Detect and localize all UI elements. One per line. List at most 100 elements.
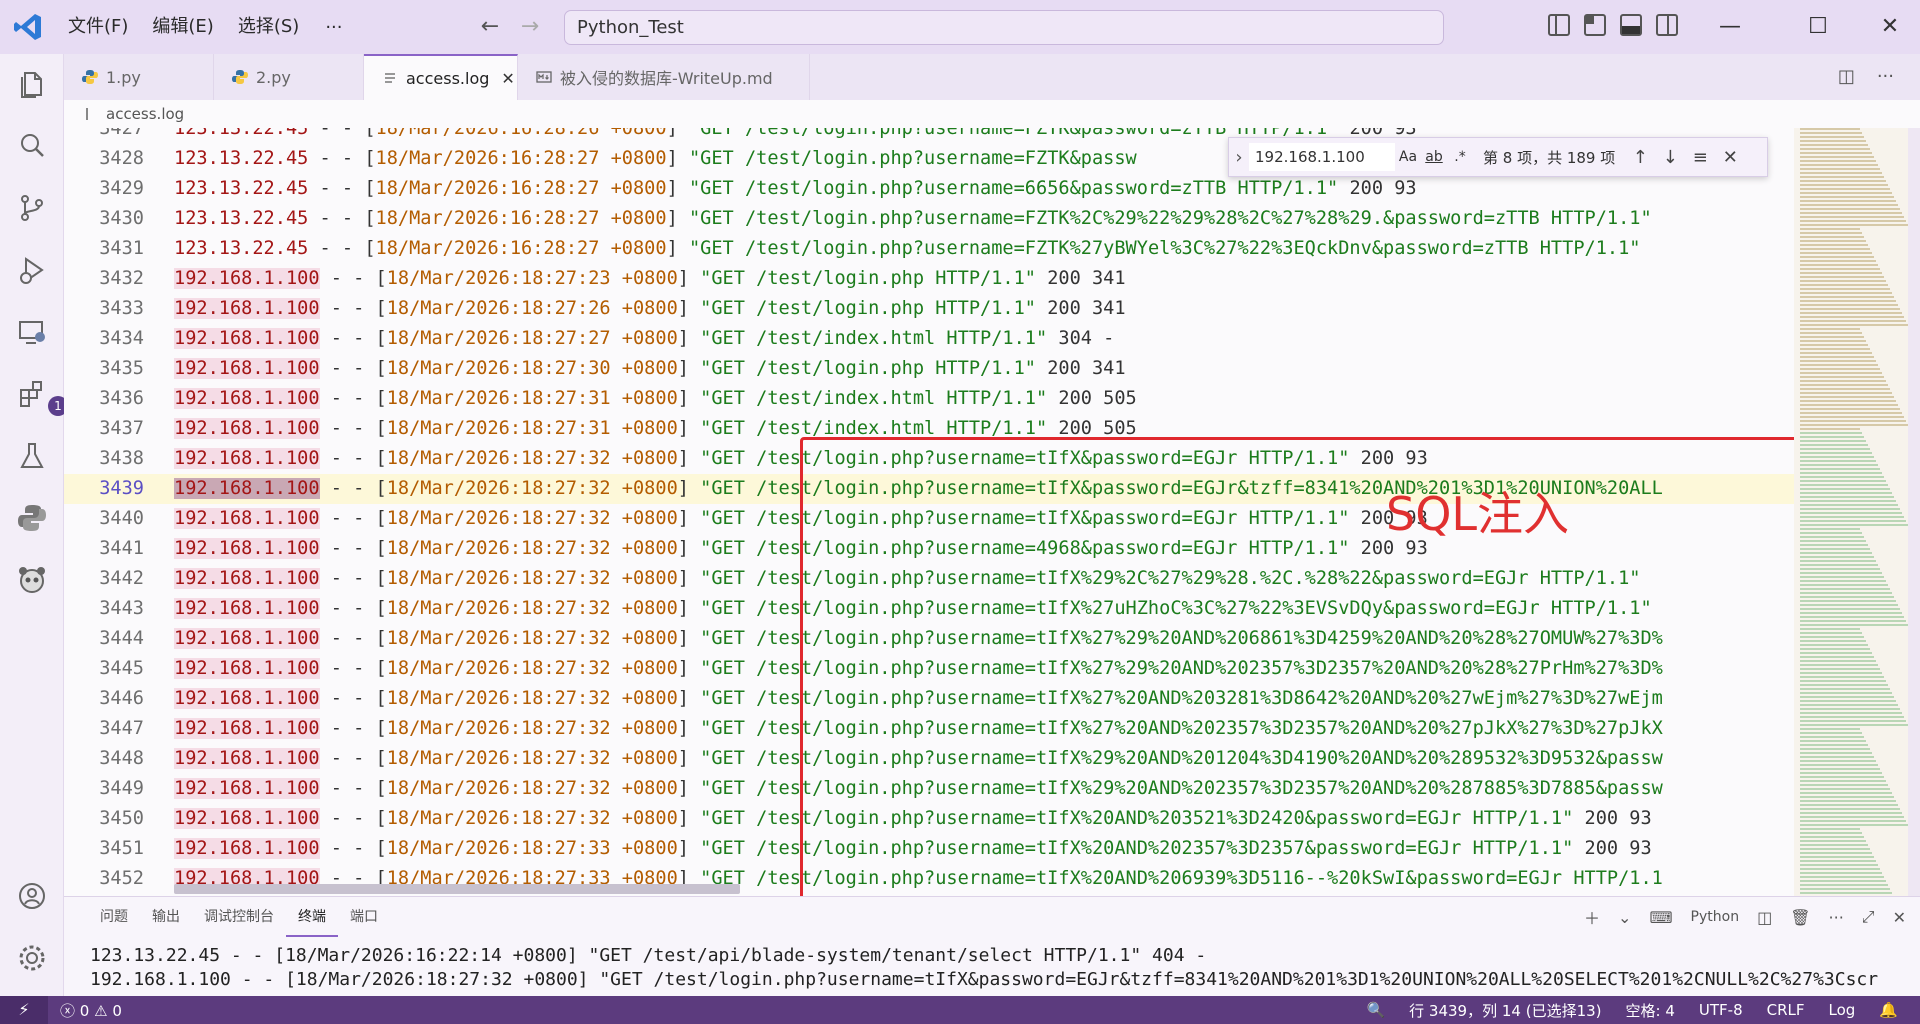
minimize-icon[interactable]: — xyxy=(1700,0,1760,54)
tab-debug-console[interactable]: 调试控制台 xyxy=(192,897,286,937)
menu-select[interactable]: 选择(S) xyxy=(226,0,311,54)
python-file-icon xyxy=(82,69,98,85)
run-debug-icon[interactable] xyxy=(16,254,48,286)
line-number: 3428 xyxy=(99,148,144,169)
match-word-toggle[interactable]: ab xyxy=(1421,149,1447,165)
find-input[interactable] xyxy=(1249,143,1395,171)
editor-area[interactable]: 3427 123.13.22.45 - - [18/Mar/2026:16:28:… xyxy=(64,128,1794,896)
notifications-bell-icon[interactable]: 🔔 xyxy=(1867,1001,1910,1019)
minimap-line xyxy=(1800,232,1862,234)
minimap-line xyxy=(1800,548,1870,550)
minimap-line xyxy=(1800,596,1894,598)
minimap-line xyxy=(1800,364,1878,366)
remote-indicator-icon[interactable]: ⚡ xyxy=(0,996,48,1024)
log-file-icon xyxy=(382,70,398,86)
next-match-icon[interactable]: ↓ xyxy=(1655,147,1685,168)
minimap-line xyxy=(1800,784,1888,786)
code-line: 3444 192.168.1.100 - - [18/Mar/2026:18:27… xyxy=(64,624,1794,654)
horizontal-scrollbar[interactable] xyxy=(174,884,740,894)
new-terminal-icon[interactable]: ＋ xyxy=(1584,905,1600,929)
end-of-line[interactable]: CRLF xyxy=(1755,1001,1817,1019)
language-mode[interactable]: Log xyxy=(1817,1001,1868,1019)
tab-output[interactable]: 输出 xyxy=(140,897,192,937)
source-control-icon[interactable] xyxy=(16,192,48,224)
minimap-line xyxy=(1800,552,1872,554)
tab-1-py[interactable]: 1.py xyxy=(64,54,214,100)
python-icon[interactable] xyxy=(16,502,48,534)
minimap-line xyxy=(1800,208,1900,210)
problems-status[interactable]: ⓧ 0 ⚠ 0 xyxy=(48,1000,134,1021)
split-terminal-icon[interactable]: ◫ xyxy=(1757,908,1772,927)
minimap-line xyxy=(1800,272,1882,274)
minimap[interactable] xyxy=(1794,128,1912,896)
chevron-down-icon[interactable]: ⌄ xyxy=(1618,908,1631,927)
close-window-icon[interactable]: ✕ xyxy=(1860,0,1920,54)
customize-layout-icon[interactable] xyxy=(1584,14,1606,36)
minimap-line xyxy=(1800,304,1898,306)
tab-2-py[interactable]: 2.py xyxy=(214,54,364,100)
forward-arrow-icon[interactable]: → xyxy=(512,14,548,39)
log-timestamp: 18/Mar/2026:18:27:32 +0800 xyxy=(386,478,678,499)
code-line: 3430 123.13.22.45 - - [18/Mar/2026:16:28:… xyxy=(64,204,1794,234)
tab-problems[interactable]: 问题 xyxy=(88,897,140,937)
tab-writeup-md[interactable]: 被入侵的数据库-WriteUp.md xyxy=(518,54,810,100)
maximize-icon[interactable]: ☐ xyxy=(1788,0,1848,54)
toggle-primary-sidebar-icon[interactable] xyxy=(1548,14,1570,36)
zoom-icon[interactable]: 🔍 xyxy=(1354,1001,1397,1019)
log-request: "GET /test/login.php?username=tIfX%29%20… xyxy=(700,778,1663,799)
panda-extension-icon[interactable] xyxy=(16,564,48,596)
menu-edit[interactable]: 编辑(E) xyxy=(140,0,225,54)
log-ip: 192.168.1.100 xyxy=(174,508,320,529)
minimap-line xyxy=(1800,156,1874,158)
minimap-line xyxy=(1800,384,1888,386)
tab-ports[interactable]: 端口 xyxy=(338,897,390,937)
remote-explorer-icon[interactable] xyxy=(16,316,48,348)
close-find-icon[interactable]: ✕ xyxy=(1715,147,1745,168)
vertical-scrollbar[interactable] xyxy=(1908,128,1920,896)
breadcrumb[interactable]: access.log xyxy=(64,100,1920,128)
settings-gear-icon[interactable] xyxy=(16,942,48,974)
minimap-line xyxy=(1800,440,1866,442)
indentation[interactable]: 空格: 4 xyxy=(1614,1000,1687,1021)
close-tab-icon[interactable]: ✕ xyxy=(501,69,514,88)
minimap-line xyxy=(1800,536,1864,538)
menu-more-button[interactable]: ··· xyxy=(311,17,356,38)
encoding[interactable]: UTF-8 xyxy=(1687,1001,1755,1019)
tab-terminal[interactable]: 终端 xyxy=(286,897,338,937)
toggle-secondary-sidebar-icon[interactable] xyxy=(1656,14,1678,36)
minimap-line xyxy=(1800,796,1894,798)
cursor-position[interactable]: 行 3439，列 14 (已选择13) xyxy=(1397,1000,1613,1021)
minimap-line xyxy=(1800,276,1884,278)
testing-icon[interactable] xyxy=(16,440,48,472)
regex-toggle[interactable]: .* xyxy=(1447,149,1473,165)
split-editor-icon[interactable]: ◫ xyxy=(1838,66,1855,87)
more-actions-icon[interactable]: ··· xyxy=(1877,66,1894,87)
minimap-line xyxy=(1800,520,1906,522)
minimap-line xyxy=(1800,756,1874,758)
explorer-icon[interactable] xyxy=(16,68,48,100)
extensions-icon[interactable]: 1 xyxy=(16,378,68,416)
minimap-line xyxy=(1800,680,1886,682)
code-line: 3437 192.168.1.100 - - [18/Mar/2026:18:27… xyxy=(64,414,1794,444)
kill-terminal-icon[interactable]: 🗑 xyxy=(1790,908,1810,927)
log-status: 200 341 xyxy=(1036,358,1126,379)
close-panel-icon[interactable]: ✕ xyxy=(1893,908,1906,927)
menu-file[interactable]: 文件(F) xyxy=(56,0,140,54)
terminal-shell-label[interactable]: Python xyxy=(1691,909,1740,925)
terminal-line: 192.168.1.100 - - [18/Mar/2026:18:27:32 … xyxy=(90,969,1879,990)
toggle-replace-icon[interactable]: › xyxy=(1229,147,1249,168)
back-arrow-icon[interactable]: ← xyxy=(472,14,508,39)
minimap-line xyxy=(1800,192,1892,194)
panel-more-icon[interactable]: ··· xyxy=(1829,908,1844,927)
match-case-toggle[interactable]: Aa xyxy=(1395,149,1421,165)
toggle-panel-icon[interactable] xyxy=(1620,14,1642,36)
minimap-line xyxy=(1800,572,1882,574)
maximize-panel-icon[interactable]: ⤢ xyxy=(1862,907,1875,927)
accounts-icon[interactable] xyxy=(16,880,48,912)
find-in-selection-icon[interactable]: ≡ xyxy=(1685,147,1715,168)
previous-match-icon[interactable]: ↑ xyxy=(1625,147,1655,168)
tab-access-log[interactable]: access.log ✕ xyxy=(364,54,518,100)
minimap-line xyxy=(1800,348,1870,350)
command-center-search[interactable]: Python_Test xyxy=(564,10,1444,45)
search-icon[interactable] xyxy=(16,130,48,162)
